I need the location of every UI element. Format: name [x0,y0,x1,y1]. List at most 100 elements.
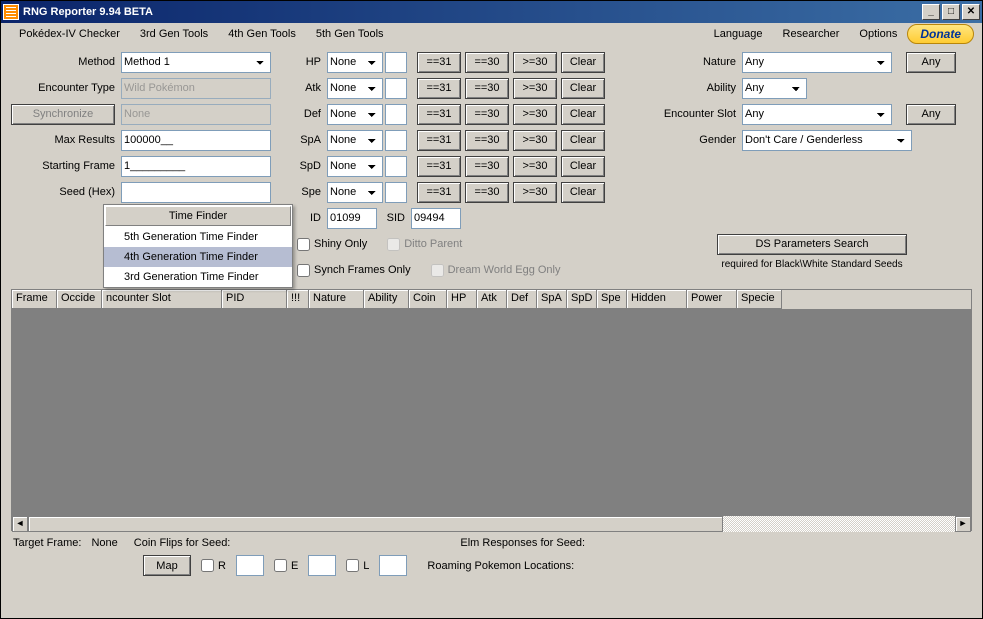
starting-frame-input[interactable] [121,156,271,177]
e-input[interactable] [308,555,336,576]
menu-pokedex[interactable]: Pokédex-IV Checker [9,26,130,42]
spd-eq30-button[interactable]: ==30 [465,156,509,177]
close-button[interactable]: ✕ [962,4,980,20]
hp-ge30-button[interactable]: >=30 [513,52,557,73]
results-grid[interactable]: FrameOccidencounter SlotPID!!!NatureAbil… [11,289,972,531]
nature-select[interactable]: Any [742,52,892,73]
hp-clear-button[interactable]: Clear [561,52,605,73]
menu-gen5[interactable]: 5th Gen Tools [306,26,394,42]
def-ge30-button[interactable]: >=30 [513,104,557,125]
spe-comp-select[interactable]: None [327,182,383,203]
col-pid[interactable]: PID [222,290,287,309]
maximize-button[interactable]: □ [942,4,960,20]
def-eq31-button[interactable]: ==31 [417,104,461,125]
col-[interactable]: !!! [287,290,309,309]
col-specie[interactable]: Specie [737,290,782,309]
hp-eq30-button[interactable]: ==30 [465,52,509,73]
col-spa[interactable]: SpA [537,290,567,309]
method-select[interactable]: Method 1 [121,52,271,73]
spa-eq31-button[interactable]: ==31 [417,130,461,151]
titlebar[interactable]: RNG Reporter 9.94 BETA _ □ ✕ [1,1,982,23]
l-checkbox[interactable]: L [346,559,369,572]
spd-value-input[interactable] [385,156,407,177]
spe-value-input[interactable] [385,182,407,203]
donate-button[interactable]: Donate [907,24,974,44]
spa-eq30-button[interactable]: ==30 [465,130,509,151]
atk-eq31-button[interactable]: ==31 [417,78,461,99]
scroll-left-arrow[interactable]: ◄ [12,516,28,532]
col-nature[interactable]: Nature [309,290,364,309]
col-coin[interactable]: Coin [409,290,447,309]
hp-comp-select[interactable]: None [327,52,383,73]
spe-eq31-button[interactable]: ==31 [417,182,461,203]
time-finder-gen4[interactable]: 4th Generation Time Finder [104,247,292,267]
col-ability[interactable]: Ability [364,290,409,309]
def-eq30-button[interactable]: ==30 [465,104,509,125]
encounter-slot-any-button[interactable]: Any [906,104,956,125]
col-hp[interactable]: HP [447,290,477,309]
scroll-thumb[interactable] [28,516,723,532]
map-button[interactable]: Map [143,555,191,576]
max-results-input[interactable] [121,130,271,151]
def-value-input[interactable] [385,104,407,125]
horizontal-scrollbar[interactable]: ◄ ► [12,516,971,532]
atk-ge30-button[interactable]: >=30 [513,78,557,99]
spa-comp-select[interactable]: None [327,130,383,151]
def-clear-button[interactable]: Clear [561,104,605,125]
col-ncounterslot[interactable]: ncounter Slot [102,290,222,309]
col-def[interactable]: Def [507,290,537,309]
ability-select[interactable]: Any [742,78,807,99]
col-spe[interactable]: Spe [597,290,627,309]
r-input[interactable] [236,555,264,576]
spa-value-input[interactable] [385,130,407,151]
encounter-slot-select[interactable]: Any [742,104,892,125]
time-finder-gen5[interactable]: 5th Generation Time Finder [104,227,292,247]
r-checkbox[interactable]: R [201,559,226,572]
spd-clear-button[interactable]: Clear [561,156,605,177]
scroll-right-arrow[interactable]: ► [955,516,971,532]
menu-gen3[interactable]: 3rd Gen Tools [130,26,218,42]
atk-clear-button[interactable]: Clear [561,78,605,99]
atk-comp-select[interactable]: None [327,78,383,99]
menu-options[interactable]: Options [849,26,907,42]
l-input[interactable] [379,555,407,576]
gender-select[interactable]: Don't Care / Genderless [742,130,912,151]
ditto-parent-checkbox: Ditto Parent [387,238,462,251]
col-power[interactable]: Power [687,290,737,309]
spd-comp-select[interactable]: None [327,156,383,177]
synch-frames-checkbox[interactable]: Synch Frames Only [297,264,411,277]
starting-frame-label: Starting Frame [11,160,121,172]
atk-value-input[interactable] [385,78,407,99]
hp-eq31-button[interactable]: ==31 [417,52,461,73]
col-occide[interactable]: Occide [57,290,102,309]
id-input[interactable] [327,208,377,229]
spe-clear-button[interactable]: Clear [561,182,605,203]
spe-eq30-button[interactable]: ==30 [465,182,509,203]
col-atk[interactable]: Atk [477,290,507,309]
spe-ge30-button[interactable]: >=30 [513,182,557,203]
time-finder-header[interactable]: Time Finder [105,206,291,226]
col-hidden[interactable]: Hidden [627,290,687,309]
e-checkbox[interactable]: E [274,559,298,572]
spd-ge30-button[interactable]: >=30 [513,156,557,177]
menu-gen4[interactable]: 4th Gen Tools [218,26,306,42]
seed-hex-input[interactable] [121,182,271,203]
time-finder-gen3[interactable]: 3rd Generation Time Finder [104,267,292,287]
menubar: Pokédex-IV Checker 3rd Gen Tools 4th Gen… [1,23,982,45]
hp-value-input[interactable] [385,52,407,73]
atk-eq30-button[interactable]: ==30 [465,78,509,99]
def-comp-select[interactable]: None [327,104,383,125]
col-spd[interactable]: SpD [567,290,597,309]
elm-responses-label: Elm Responses for Seed: [460,537,585,549]
menu-researcher[interactable]: Researcher [773,26,850,42]
spa-ge30-button[interactable]: >=30 [513,130,557,151]
shiny-only-checkbox[interactable]: Shiny Only [297,238,367,251]
ds-parameters-button[interactable]: DS Parameters Search [717,234,907,255]
spa-clear-button[interactable]: Clear [561,130,605,151]
spd-eq31-button[interactable]: ==31 [417,156,461,177]
menu-language[interactable]: Language [704,26,773,42]
col-frame[interactable]: Frame [12,290,57,309]
nature-any-button[interactable]: Any [906,52,956,73]
sid-input[interactable] [411,208,461,229]
minimize-button[interactable]: _ [922,4,940,20]
